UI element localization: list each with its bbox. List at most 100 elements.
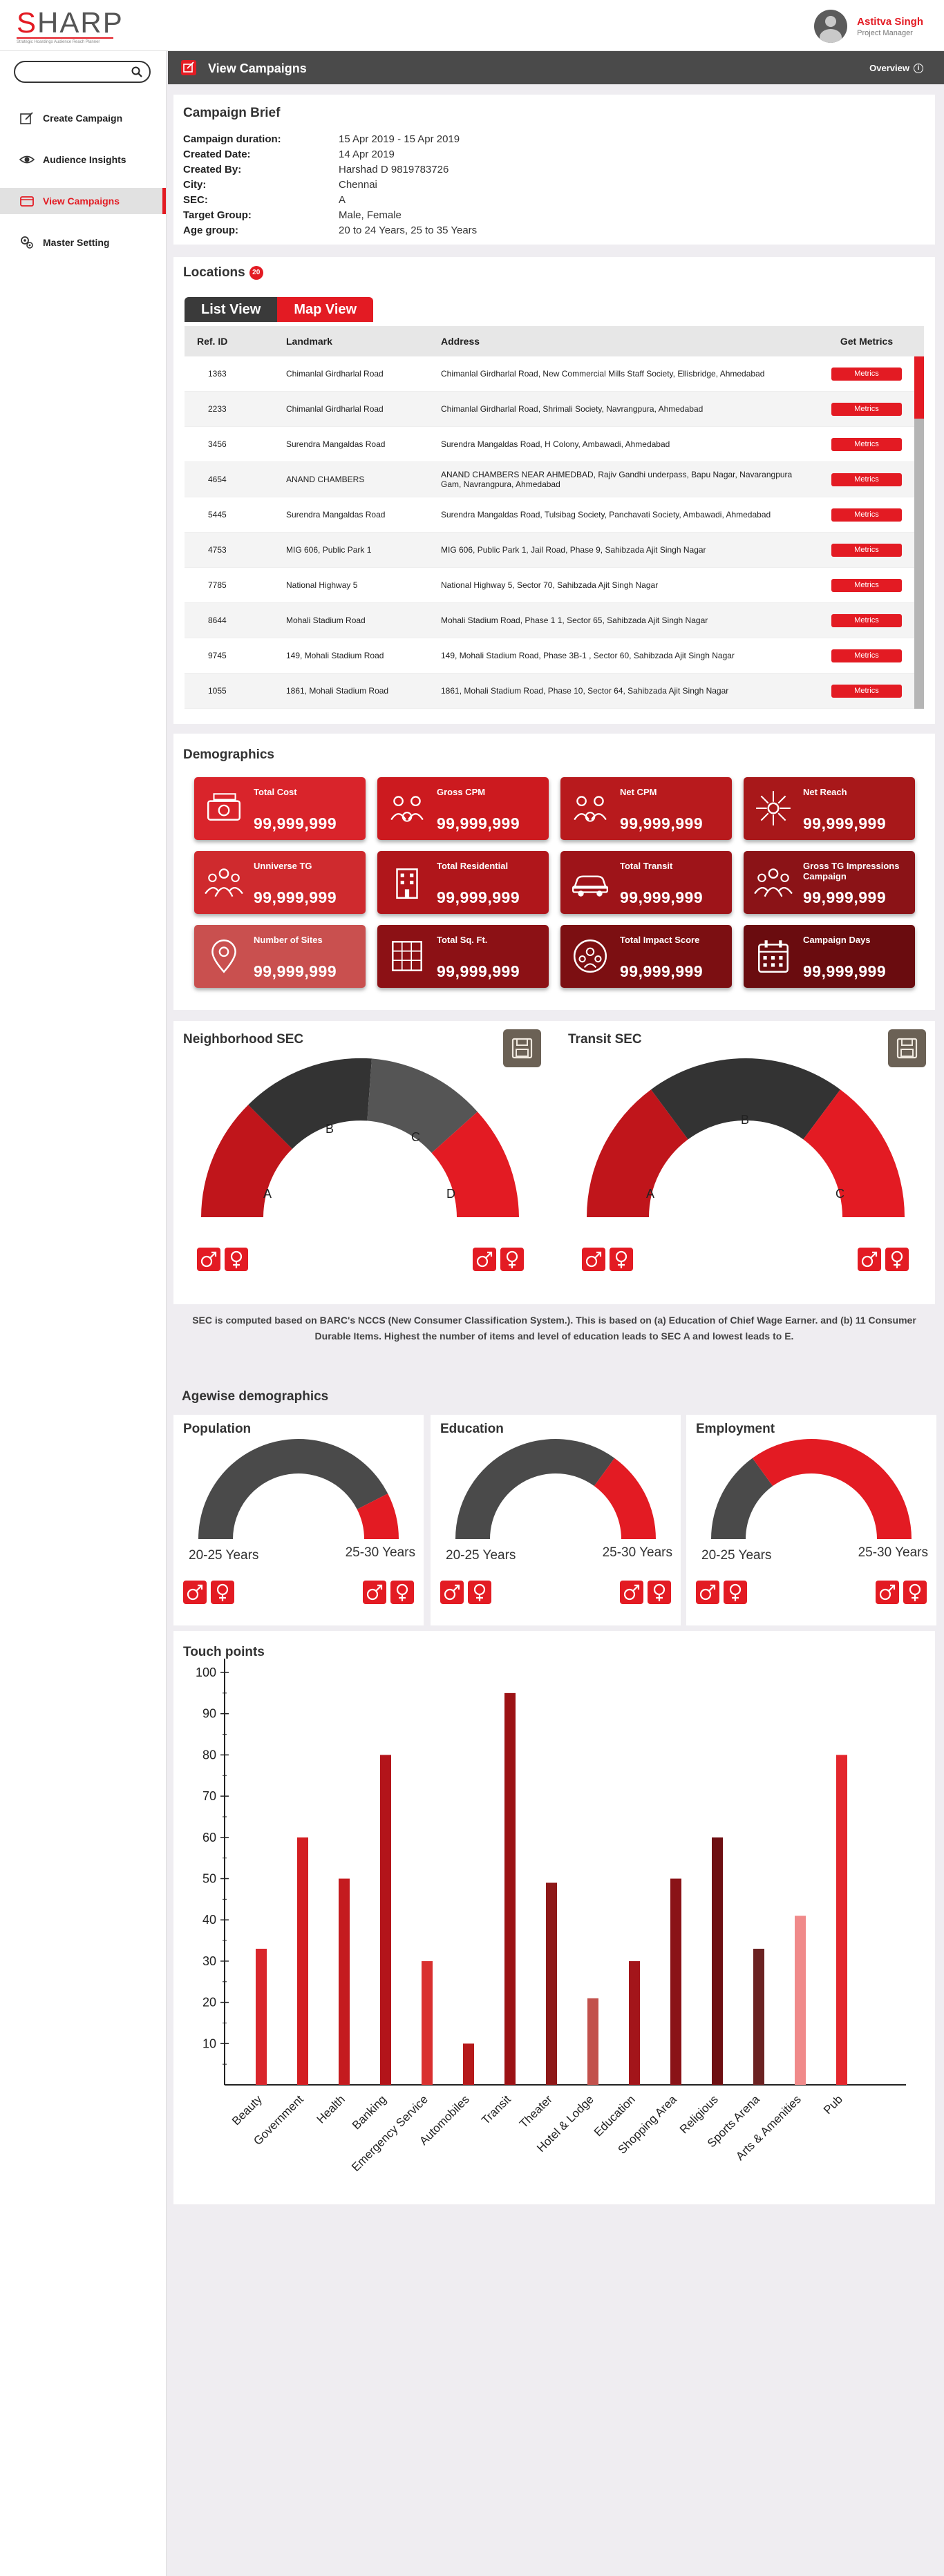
gauge-label-b: B — [325, 1122, 334, 1136]
tile-label: Unniverse TG — [254, 861, 312, 871]
metrics-button[interactable]: Metrics — [831, 367, 902, 381]
male-button[interactable] — [197, 1248, 220, 1271]
cell-metrics: Metrics — [815, 367, 918, 381]
y-tick-label: 100 — [196, 1666, 216, 1679]
bar-health[interactable] — [339, 1878, 350, 2086]
gender-toggle — [582, 1248, 633, 1271]
overview-label: Overview — [869, 63, 909, 73]
bar-shopping-area[interactable] — [670, 1878, 681, 2086]
app-logo[interactable]: SHARP Strategic Hoardings Audience Reach… — [17, 8, 124, 44]
tile-gross-tg-impressions-campaign[interactable]: Gross TG Impressions Campaign 99,999,999 — [744, 851, 915, 914]
tile-value: 99,999,999 — [803, 962, 887, 980]
list-view-tab[interactable]: List View — [185, 297, 278, 322]
people-money-icon — [574, 796, 607, 822]
metrics-button[interactable]: Metrics — [831, 684, 902, 698]
male-button[interactable] — [582, 1248, 605, 1271]
female-button[interactable] — [500, 1248, 524, 1271]
bar-arts-amenities[interactable] — [795, 1916, 806, 2085]
tile-unniverse-tg[interactable]: Unniverse TG 99,999,999 — [194, 851, 366, 914]
x-tick-label: Transit — [479, 2092, 513, 2127]
metrics-button[interactable]: Metrics — [831, 508, 902, 522]
map-view-tab[interactable]: Map View — [277, 297, 374, 322]
bar-beauty[interactable] — [256, 1948, 267, 2085]
tile-net-reach[interactable]: Net Reach 99,999,999 — [744, 777, 915, 840]
female-button[interactable] — [468, 1581, 491, 1604]
male-button[interactable] — [363, 1581, 386, 1604]
metrics-button[interactable]: Metrics — [831, 402, 902, 416]
metrics-button[interactable]: Metrics — [831, 578, 902, 592]
female-button[interactable] — [211, 1581, 234, 1604]
metrics-button[interactable]: Metrics — [831, 649, 902, 662]
scrollbar-thumb[interactable] — [914, 356, 924, 419]
tile-total-residential[interactable]: Total Residential 99,999,999 — [377, 851, 549, 914]
female-button[interactable] — [225, 1248, 248, 1271]
user-profile[interactable]: Astitva Singh Project Manager — [814, 10, 923, 43]
bar-sports-arena[interactable] — [753, 1948, 764, 2085]
female-button[interactable] — [390, 1581, 414, 1604]
male-button[interactable] — [696, 1581, 719, 1604]
bar-automobiles[interactable] — [463, 2043, 474, 2085]
female-icon — [909, 1583, 921, 1601]
bar-pub[interactable] — [836, 1755, 847, 2085]
female-button[interactable] — [724, 1581, 747, 1604]
sidebar-item-master-setting[interactable]: Master Setting — [0, 229, 166, 256]
male-button[interactable] — [473, 1248, 496, 1271]
cell-metrics: Metrics — [815, 473, 918, 486]
female-button[interactable] — [903, 1581, 927, 1604]
brief-row: City: Chennai — [183, 179, 377, 191]
search-input[interactable] — [25, 62, 135, 82]
tile-gross-cpm[interactable]: Gross CPM 99,999,999 — [377, 777, 549, 840]
tile-total-impact-score[interactable]: Total Impact Score 99,999,999 — [560, 925, 732, 988]
tile-total-sq-ft[interactable]: Total Sq. Ft. 99,999,999 — [377, 925, 549, 988]
sidebar-item-audience-insights[interactable]: Audience Insights — [0, 146, 166, 173]
male-icon — [623, 1584, 640, 1601]
male-button[interactable] — [858, 1248, 881, 1271]
table-scrollbar[interactable] — [914, 356, 924, 709]
y-tick-label: 60 — [202, 1831, 216, 1844]
tile-total-transit[interactable]: Total Transit 99,999,999 — [560, 851, 732, 914]
bar-religious[interactable] — [712, 1837, 723, 2085]
bar-emergency-service[interactable] — [422, 1960, 433, 2085]
bar-transit[interactable] — [504, 1692, 516, 2085]
metrics-button[interactable]: Metrics — [831, 613, 902, 627]
metrics-button[interactable]: Metrics — [831, 543, 902, 557]
male-button[interactable] — [620, 1581, 643, 1604]
tile-total-cost[interactable]: Total Cost 99,999,999 — [194, 777, 366, 840]
cell-address: Mohali Stadium Road, Phase 1 1, Sector 6… — [441, 616, 708, 625]
tile-net-cpm[interactable]: Net CPM 99,999,999 — [560, 777, 732, 840]
tile-campaign-days[interactable]: Campaign Days 99,999,999 — [744, 925, 915, 988]
female-button[interactable] — [885, 1248, 909, 1271]
bar-hotel-lodge[interactable] — [587, 1998, 598, 2085]
gender-toggle — [620, 1581, 671, 1604]
gauge-segment-b[interactable] — [651, 1058, 840, 1140]
overview-link[interactable]: Overview i — [869, 63, 923, 73]
metrics-button[interactable]: Metrics — [831, 437, 902, 451]
table-row: 4753 MIG 606, Public Park 1 MIG 606, Publi… — [185, 533, 924, 568]
tile-value: 99,999,999 — [620, 962, 704, 980]
gauge-segment-20-25[interactable] — [198, 1439, 388, 1539]
male-button[interactable] — [183, 1581, 207, 1604]
sidebar-item-view-campaigns[interactable]: View Campaigns — [0, 188, 166, 214]
sidebar-item-create-campaign[interactable]: Create Campaign — [0, 105, 166, 131]
bar-theater[interactable] — [546, 1882, 557, 2085]
bar-education[interactable] — [629, 1960, 640, 2085]
tile-value: 99,999,999 — [803, 814, 887, 832]
agewise-title: Agewise demographics — [182, 1389, 329, 1404]
tile-number-of-sites[interactable]: Number of Sites 99,999,999 — [194, 925, 366, 988]
bar-government[interactable] — [297, 1837, 308, 2085]
tile-label: Campaign Days — [803, 935, 871, 945]
metrics-button[interactable]: Metrics — [831, 473, 902, 486]
bar-banking[interactable] — [380, 1755, 391, 2085]
search-icon[interactable] — [131, 66, 142, 77]
gauge-segment-20-25[interactable] — [455, 1439, 615, 1539]
male-button[interactable] — [440, 1581, 464, 1604]
gauge-label-left: 20-25 Years — [446, 1548, 516, 1563]
male-button[interactable] — [876, 1581, 899, 1604]
avatar[interactable] — [814, 10, 848, 43]
female-button[interactable] — [648, 1581, 671, 1604]
gauge-segment-25-30[interactable] — [752, 1439, 912, 1539]
agewise-card-employment: Employment 20-25 Years 25-30 Years — [686, 1415, 936, 1625]
female-button[interactable] — [610, 1248, 633, 1271]
sidebar-item-label: Master Setting — [43, 237, 110, 248]
male-icon — [187, 1584, 203, 1601]
